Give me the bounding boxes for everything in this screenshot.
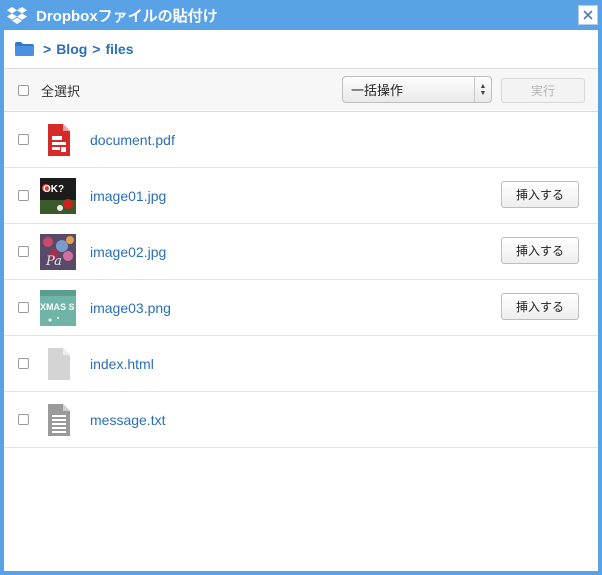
file-name-link[interactable]: document.pdf [90, 132, 175, 148]
breadcrumb-item-blog[interactable]: Blog [56, 41, 87, 57]
image-thumbnail: XMAS S [40, 290, 76, 326]
file-name-link[interactable]: image03.png [90, 300, 171, 316]
select-all-checkbox[interactable] [18, 84, 29, 96]
file-row: OK? image01.jpg 挿入する [4, 168, 598, 224]
file-checkbox[interactable] [18, 190, 29, 201]
breadcrumb: > Blog > files [4, 30, 598, 69]
file-row: document.pdf [4, 112, 598, 168]
breadcrumb-separator: > [43, 41, 52, 57]
file-checkbox[interactable] [18, 134, 29, 145]
file-row: XMAS S image03.png 挿入する [4, 280, 598, 336]
file-name-link[interactable]: image02.jpg [90, 244, 166, 260]
dropbox-paste-dialog: Dropboxファイルの貼付け > Blog > files 全選択 一括操作 … [0, 0, 602, 575]
file-row: index.html [4, 336, 598, 392]
text-file-icon [40, 402, 76, 438]
select-all-label: 全選択 [41, 83, 81, 99]
breadcrumb-separator: > [92, 41, 101, 57]
image-thumbnail: Pa [40, 234, 76, 270]
insert-button[interactable]: 挿入する [501, 181, 579, 208]
file-row: message.txt [4, 392, 598, 448]
pdf-file-icon [40, 122, 76, 158]
file-name-link[interactable]: image01.jpg [90, 188, 166, 204]
bulk-action-select[interactable]: 一括操作 ▲ ▼ [342, 76, 492, 103]
file-name-link[interactable]: index.html [90, 356, 154, 372]
title-bar: Dropboxファイルの貼付け [4, 0, 598, 30]
file-checkbox[interactable] [18, 302, 29, 313]
toolbar: 全選択 一括操作 ▲ ▼ 実行 [4, 69, 598, 112]
select-arrows-icon: ▲ ▼ [474, 77, 491, 102]
close-icon [583, 10, 593, 20]
thumbnail-text: Pa [46, 254, 62, 269]
insert-button[interactable]: 挿入する [501, 293, 579, 320]
file-row: Pa image02.jpg 挿入する [4, 224, 598, 280]
generic-file-icon [40, 346, 76, 382]
file-name-link[interactable]: message.txt [90, 412, 165, 428]
breadcrumb-item-files[interactable]: files [105, 41, 133, 57]
run-button[interactable]: 実行 [501, 78, 585, 103]
folder-icon [15, 42, 34, 56]
file-checkbox[interactable] [18, 358, 29, 369]
bulk-action-selected-value: 一括操作 [351, 83, 404, 98]
close-button[interactable] [578, 5, 598, 25]
dialog-title: Dropboxファイルの貼付け [36, 7, 218, 25]
thumbnail-text: OK? [43, 184, 65, 195]
file-checkbox[interactable] [18, 414, 29, 425]
file-checkbox[interactable] [18, 246, 29, 257]
dropbox-logo-icon [6, 4, 28, 26]
dialog-body: > Blog > files 全選択 一括操作 ▲ ▼ 実行 document.… [4, 30, 598, 571]
insert-button[interactable]: 挿入する [501, 237, 579, 264]
image-thumbnail: OK? [40, 178, 76, 214]
